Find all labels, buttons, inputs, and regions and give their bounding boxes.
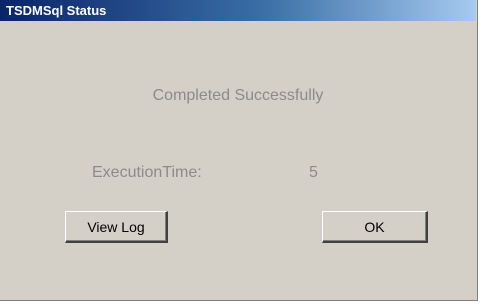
- window-title: TSDMSql Status: [6, 3, 107, 18]
- ok-button-label: OK: [364, 218, 385, 235]
- view-log-button-label: View Log: [87, 218, 145, 235]
- execution-time-label: ExecutionTime:: [92, 164, 202, 181]
- status-dialog: TSDMSql Status Completed Successfully Ex…: [0, 0, 478, 301]
- status-message: Completed Successfully: [152, 87, 324, 104]
- execution-time-value: 5: [309, 164, 318, 181]
- ok-button[interactable]: OK: [322, 211, 428, 243]
- view-log-button[interactable]: View Log: [65, 211, 168, 243]
- title-bar[interactable]: TSDMSql Status: [0, 0, 476, 21]
